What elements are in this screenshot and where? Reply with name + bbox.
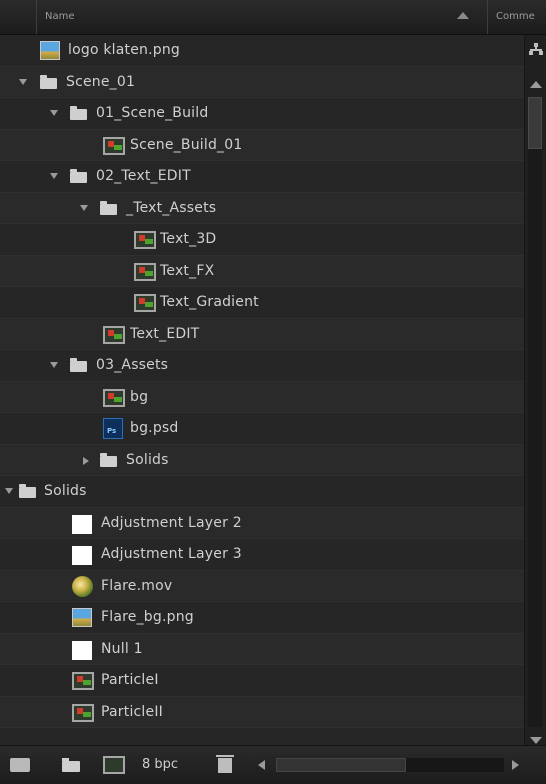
folder-icon [70, 169, 87, 183]
item-label: bg.psd [130, 420, 179, 436]
disclosure-triangle-icon[interactable] [50, 110, 58, 116]
new-folder-icon[interactable] [62, 758, 80, 772]
disclosure-triangle-icon[interactable] [5, 488, 13, 494]
item-label: Text_EDIT [130, 325, 200, 342]
list-item[interactable]: 03_Assets [0, 350, 524, 382]
list-item[interactable]: ParticleI [0, 665, 524, 697]
folder-icon [100, 200, 117, 215]
composition-icon [134, 294, 156, 312]
new-composition-icon[interactable] [103, 756, 125, 774]
item-label: Text_3D [160, 231, 217, 247]
composition-icon [72, 703, 94, 722]
composition-icon [134, 262, 156, 281]
item-label: Flare.mov [101, 577, 173, 594]
item-label: Scene_01 [66, 73, 136, 90]
interpret-footage-icon[interactable] [10, 758, 30, 772]
folder-icon [100, 452, 117, 467]
project-panel: Name Comme logo klaten.png Scene_01 01_S… [0, 0, 546, 784]
list-item[interactable]: Null 1 [0, 633, 524, 665]
item-label: _Text_Assets [126, 199, 217, 216]
list-item[interactable]: Text_FX [0, 255, 524, 287]
list-item[interactable]: Adjustment Layer 2 [0, 507, 524, 539]
png-image-icon [40, 41, 60, 60]
disclosure-triangle-icon[interactable] [50, 362, 58, 368]
item-label: Adjustment Layer 3 [101, 546, 242, 562]
list-item[interactable]: Text_3D [0, 224, 524, 256]
solid-layer-icon [72, 514, 92, 534]
list-item[interactable]: Scene_01 [0, 66, 524, 98]
item-label: ParticleII [101, 703, 163, 720]
list-item[interactable]: Solids [0, 444, 524, 476]
png-image-icon [72, 608, 92, 627]
vertical-scrollbar[interactable] [524, 35, 546, 745]
scroll-right-arrow-icon[interactable] [512, 760, 519, 770]
column-header-bar: Name Comme [0, 0, 546, 35]
name-column-header[interactable]: Name [36, 0, 488, 34]
composition-icon [134, 231, 156, 249]
sort-ascending-icon[interactable] [457, 12, 469, 19]
scroll-down-arrow-icon[interactable] [530, 737, 542, 744]
list-item[interactable]: Flare.mov [0, 570, 524, 602]
disclosure-triangle-icon[interactable] [80, 204, 88, 211]
folder-icon [70, 106, 87, 120]
disclosure-triangle-icon[interactable] [19, 78, 27, 85]
item-label: 03_Assets [96, 357, 169, 373]
item-label: logo klaten.png [68, 42, 181, 58]
list-item[interactable]: Adjustment Layer 3 [0, 539, 524, 571]
item-label: Flare_bg.png [101, 609, 194, 625]
folder-icon [19, 484, 36, 498]
color-depth-button[interactable]: 8 bpc [142, 757, 178, 772]
list-item[interactable]: _Text_Assets [0, 192, 524, 224]
composition-icon [103, 136, 125, 155]
project-items-list: logo klaten.png Scene_01 01_Scene_Build … [0, 35, 524, 745]
list-item[interactable]: bg.psd [0, 413, 524, 445]
list-item[interactable]: Scene_Build_01 [0, 129, 524, 161]
item-label: 02_Text_EDIT [96, 168, 191, 184]
item-label: Null 1 [101, 640, 143, 657]
scrollbar-thumb[interactable] [528, 97, 542, 149]
list-item[interactable]: Flare_bg.png [0, 602, 524, 634]
disclosure-triangle-icon[interactable] [50, 173, 58, 179]
list-item[interactable]: Text_Gradient [0, 287, 524, 319]
list-item[interactable]: Solids [0, 476, 524, 508]
panel-footer: 8 bpc [0, 745, 546, 784]
list-item[interactable]: bg [0, 381, 524, 413]
scrollbar-track[interactable] [528, 97, 542, 727]
folder-icon [40, 74, 57, 89]
scroll-up-arrow-icon[interactable] [530, 81, 542, 88]
quicktime-movie-icon [72, 575, 93, 597]
list-item[interactable]: 01_Scene_Build [0, 98, 524, 130]
composition-icon [103, 325, 125, 344]
item-label: ParticleI [101, 672, 159, 688]
folder-icon [70, 358, 87, 372]
trash-icon[interactable] [216, 755, 234, 773]
list-item[interactable]: ParticleII [0, 696, 524, 728]
list-item[interactable]: logo klaten.png [0, 35, 524, 67]
item-label: Scene_Build_01 [130, 136, 243, 153]
disclosure-triangle-icon[interactable] [83, 456, 89, 465]
photoshop-file-icon [103, 418, 123, 439]
item-label: Solids [126, 451, 169, 468]
solid-layer-icon [72, 640, 92, 660]
list-item[interactable]: 02_Text_EDIT [0, 161, 524, 193]
item-label: Solids [44, 483, 87, 499]
scroll-left-arrow-icon[interactable] [258, 760, 265, 770]
list-item[interactable]: Text_EDIT [0, 318, 524, 350]
horizontal-scrollbar-thumb[interactable] [276, 758, 406, 772]
flowchart-icon[interactable] [529, 43, 543, 55]
composition-icon [72, 672, 94, 690]
composition-icon [103, 388, 125, 407]
item-label: bg [130, 388, 149, 405]
name-column-label: Name [45, 11, 75, 22]
comments-column-header[interactable]: Comme [496, 11, 535, 22]
item-label: Text_Gradient [160, 294, 259, 310]
item-label: Text_FX [160, 262, 215, 279]
item-label: Adjustment Layer 2 [101, 514, 242, 531]
item-label: 01_Scene_Build [96, 105, 209, 121]
solid-layer-icon [72, 546, 92, 565]
